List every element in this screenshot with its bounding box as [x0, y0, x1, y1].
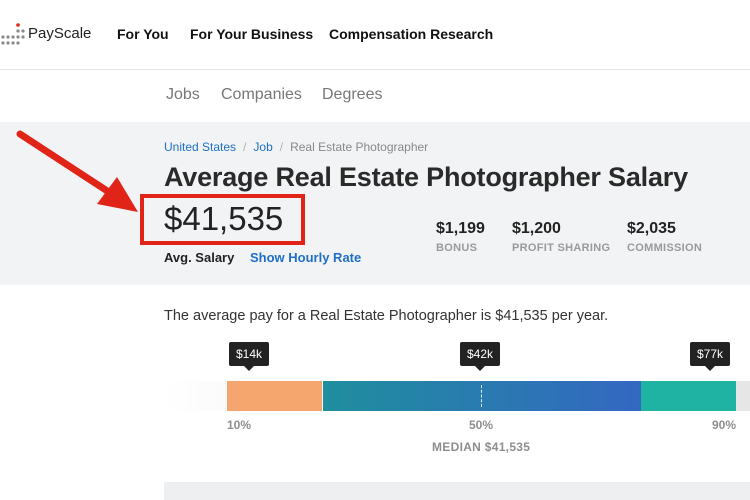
- tooltip-10th-percentile: $14k: [229, 342, 270, 371]
- page-title: Average Real Estate Photographer Salary: [164, 162, 688, 192]
- subnav-degrees[interactable]: Degrees: [322, 86, 382, 104]
- tooltip-90th-percentile: $77k: [690, 342, 731, 371]
- nav-compensation-research[interactable]: Compensation Research: [329, 26, 493, 42]
- tooltip-median: $42k: [460, 342, 501, 371]
- subnav-companies[interactable]: Companies: [221, 86, 302, 104]
- breadcrumb-separator: /: [279, 140, 284, 154]
- avg-salary-label: Avg. Salary: [164, 250, 235, 265]
- percentile-50-label: 50%: [469, 418, 494, 432]
- nav-for-you[interactable]: For You: [117, 26, 169, 42]
- breadcrumb-united-states[interactable]: United States: [164, 140, 236, 154]
- profit-sharing-value: $1,200: [512, 220, 561, 237]
- pay-range-middle-segment: [323, 381, 641, 411]
- breadcrumb-job[interactable]: Job: [253, 140, 272, 154]
- pay-range-high-segment: [641, 381, 736, 411]
- breadcrumb: United States / Job / Real Estate Photograph…: [164, 140, 428, 154]
- pay-range-low-segment: [227, 381, 322, 411]
- top-navigation: PayScale For You For Your Business Compe…: [0, 0, 750, 70]
- red-arrow-icon: [16, 130, 138, 212]
- profit-sharing-label: PROFIT SHARING: [512, 242, 611, 254]
- median-marker: [481, 385, 482, 407]
- breadcrumb-current: Real Estate Photographer: [290, 140, 429, 154]
- nav-for-your-business[interactable]: For Your Business: [190, 26, 313, 42]
- salary-description: The average pay for a Real Estate Photog…: [164, 308, 609, 324]
- bonus-label: BONUS: [436, 242, 478, 254]
- median-salary-label: MEDIAN $41,535: [432, 440, 531, 454]
- percentile-10-label: 10%: [227, 418, 252, 432]
- commission-label: COMMISSION: [627, 242, 703, 254]
- logo-dots-icon: [1, 23, 25, 45]
- content-card: [164, 482, 750, 500]
- commission-value: $2,035: [627, 220, 676, 237]
- percentile-90-label: 90%: [712, 418, 737, 432]
- subnav-jobs[interactable]: Jobs: [166, 86, 200, 104]
- breadcrumb-separator: /: [243, 140, 247, 154]
- bonus-value: $1,199: [436, 220, 485, 237]
- brand-name: PayScale: [28, 25, 92, 42]
- show-hourly-rate-link[interactable]: Show Hourly Rate: [250, 250, 361, 265]
- salary-highlight-box: [140, 194, 305, 245]
